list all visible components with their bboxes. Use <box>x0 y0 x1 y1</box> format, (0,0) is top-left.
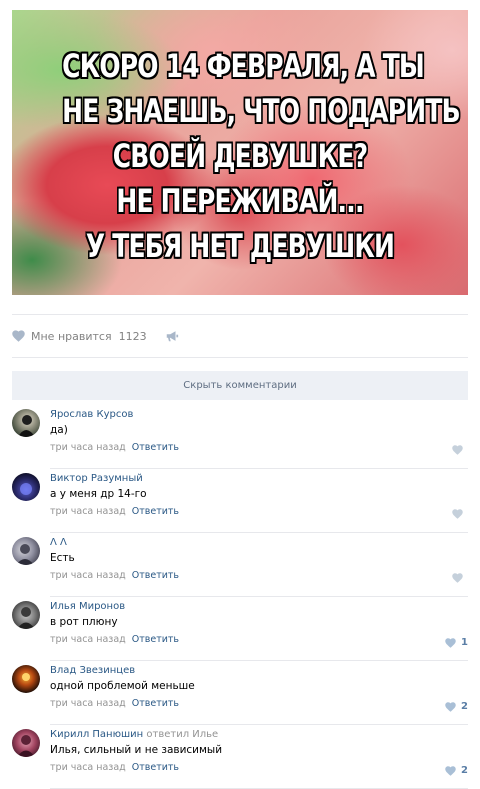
comment-item: Кирилл Панюшин ответил Илье Илья, сильны… <box>12 725 468 789</box>
heart-icon <box>445 765 456 776</box>
meme-line: СВОЕЙ ДЕВУШКЕ? <box>112 137 368 175</box>
reply-button[interactable]: Ответить <box>132 762 179 773</box>
like-count: 1123 <box>118 329 147 343</box>
avatar[interactable] <box>12 665 40 693</box>
comment-text: да) <box>50 424 68 436</box>
comment-like-button[interactable] <box>452 573 468 583</box>
like-label: Мне нравится <box>31 329 112 343</box>
comment-author[interactable]: Влад Звезинцев <box>50 664 468 677</box>
comment-like-button[interactable]: 1 <box>445 637 468 648</box>
heart-icon <box>12 330 25 342</box>
reply-button[interactable]: Ответить <box>132 634 179 645</box>
comment-author[interactable]: Виктор Разумный <box>50 472 468 485</box>
heart-icon <box>452 573 463 583</box>
comment-like-count: 1 <box>461 637 468 648</box>
divider <box>12 314 468 315</box>
hide-comments-label: Скрыть комментарии <box>183 380 297 391</box>
comment-author[interactable]: Ярослав Курсов <box>50 408 468 421</box>
comment-item: Виктор Разумный а у меня др 14-го три ча… <box>12 469 468 533</box>
comment-like-count: 2 <box>461 765 468 776</box>
comment-text: а у меня др 14-го <box>50 488 147 500</box>
avatar[interactable] <box>12 537 40 565</box>
comment-time[interactable]: три часа назад <box>50 506 126 517</box>
comment-text: Есть <box>50 552 75 564</box>
reply-button[interactable]: Ответить <box>132 442 179 453</box>
replied-to-label[interactable]: ответил Илье <box>146 729 218 740</box>
heart-icon <box>445 637 456 648</box>
comment-item: Илья Миронов в рот плюну три часа назад О… <box>12 597 468 661</box>
avatar[interactable] <box>12 473 40 501</box>
comment-time[interactable]: три часа назад <box>50 442 126 453</box>
heart-icon <box>452 445 463 455</box>
comment-text: в рот плюну <box>50 616 118 628</box>
meme-line: НЕ ЗНАЕШЬ, ЧТО ПОДАРИТЬ <box>62 92 460 130</box>
heart-icon <box>452 509 463 519</box>
comment-like-button[interactable] <box>452 445 468 455</box>
meme-line: У ТЕБЯ НЕТ ДЕВУШКИ <box>85 227 395 265</box>
meme-line: СКОРО 14 ФЕВРАЛЯ, А ТЫ <box>62 47 425 85</box>
like-bar: Мне нравится 1123 <box>12 326 179 346</box>
comment-time[interactable]: три часа назад <box>50 698 126 709</box>
comment-author[interactable]: Илья Миронов <box>50 600 468 613</box>
reply-button[interactable]: Ответить <box>132 506 179 517</box>
avatar[interactable] <box>12 729 40 757</box>
comment-text: Илья, сильный и не зависимый <box>50 744 223 756</box>
comment-item: Λ Λ Есть три часа назад Ответить <box>12 533 468 597</box>
comment-item: Ярослав Курсов да) три часа назад Ответит… <box>12 405 468 469</box>
comment-author-line: Кирилл Панюшин ответил Илье <box>50 728 468 741</box>
comment-time[interactable]: три часа назад <box>50 762 126 773</box>
like-button[interactable]: Мне нравится 1123 <box>12 330 147 343</box>
megaphone-icon[interactable] <box>165 329 179 343</box>
reply-button[interactable]: Ответить <box>132 698 179 709</box>
comment-author[interactable]: Λ Λ <box>50 536 468 549</box>
comment-like-count: 2 <box>461 701 468 712</box>
meme-line: НЕ ПЕРЕЖИВАЙ... <box>116 182 364 220</box>
comment-item: Влад Звезинцев одной проблемой меньше тр… <box>12 661 468 725</box>
avatar[interactable] <box>12 601 40 629</box>
divider <box>12 357 468 358</box>
heart-icon <box>445 701 456 712</box>
comment-author[interactable]: Кирилл Панюшин <box>50 729 143 740</box>
meme-caption: СКОРО 14 ФЕВРАЛЯ, А ТЫ НЕ ЗНАЕШЬ, ЧТО ПО… <box>12 44 468 269</box>
comment-time[interactable]: три часа назад <box>50 570 126 581</box>
comment-like-button[interactable] <box>452 509 468 519</box>
avatar[interactable] <box>12 409 40 437</box>
comment-like-button[interactable]: 2 <box>445 701 468 712</box>
post-image[interactable]: СКОРО 14 ФЕВРАЛЯ, А ТЫ НЕ ЗНАЕШЬ, ЧТО ПО… <box>12 10 468 295</box>
comment-time[interactable]: три часа назад <box>50 634 126 645</box>
comment-text: одной проблемой меньше <box>50 680 195 692</box>
hide-comments-button[interactable]: Скрыть комментарии <box>12 371 468 400</box>
reply-button[interactable]: Ответить <box>132 570 179 581</box>
comment-like-button[interactable]: 2 <box>445 765 468 776</box>
